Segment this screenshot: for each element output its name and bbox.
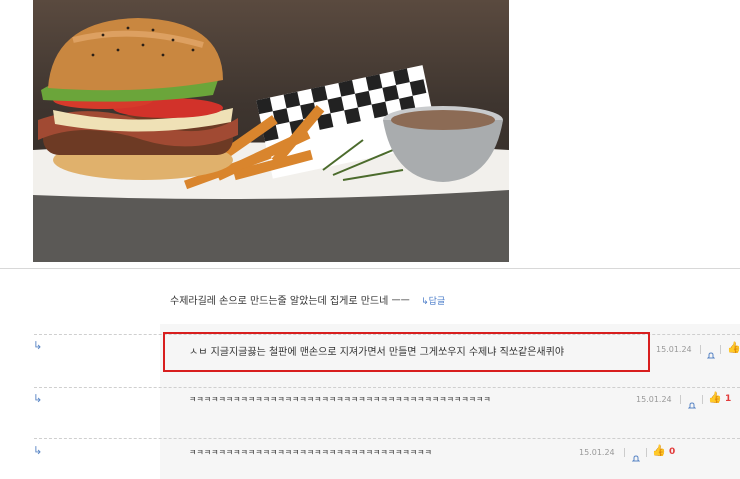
reply-background: [160, 384, 740, 436]
section-divider: [0, 268, 740, 269]
burger-photo: [33, 0, 509, 262]
comment-text: 수제라길레 손으로 만드는줄 알았는데 집게로 만드네 ㅡㅡ: [170, 296, 410, 307]
reply-link[interactable]: ↳답글: [421, 297, 445, 307]
like-count: 0: [669, 447, 676, 457]
meta-separator: [646, 448, 647, 457]
reply-text: ㅋㅋㅋㅋㅋㅋㅋㅋㅋㅋㅋㅋㅋㅋㅋㅋㅋㅋㅋㅋㅋㅋㅋㅋㅋㅋㅋㅋㅋㅋㅋㅋㅋㅋㅋㅋㅋㅋㅋㅋ…: [189, 395, 491, 404]
like-count: 1: [725, 394, 732, 404]
thumbs-up-icon[interactable]: 👍: [708, 391, 722, 404]
thumbs-up-icon[interactable]: 👍: [652, 444, 666, 457]
meta-separator: [680, 395, 681, 404]
meta-separator: [720, 345, 721, 354]
meta-separator: [702, 395, 703, 404]
bell-icon[interactable]: [687, 395, 697, 409]
highlight-box: [163, 332, 650, 372]
reply-text: ㅋㅋㅋㅋㅋㅋㅋㅋㅋㅋㅋㅋㅋㅋㅋㅋㅋㅋㅋㅋㅋㅋㅋㅋㅋㅋㅋㅋㅋㅋㅋㅋㅋ: [189, 448, 432, 457]
reply-row: ↳ ㅋㅋㅋㅋㅋㅋㅋㅋㅋㅋㅋㅋㅋㅋㅋㅋㅋㅋㅋㅋㅋㅋㅋㅋㅋㅋㅋㅋㅋㅋㅋㅋㅋ 15.0…: [0, 436, 740, 479]
reply-arrow-icon: ↳: [33, 392, 43, 405]
meta-separator: [700, 345, 701, 354]
reply-date: 15.01.24: [579, 448, 615, 457]
reply-divider: [34, 438, 740, 439]
reply-row: ↳ ㅋㅋㅋㅋㅋㅋㅋㅋㅋㅋㅋㅋㅋㅋㅋㅋㅋㅋㅋㅋㅋㅋㅋㅋㅋㅋㅋㅋㅋㅋㅋㅋㅋㅋㅋㅋㅋㅋ…: [0, 384, 740, 436]
comment: 수제라길레 손으로 만드는줄 알았는데 집게로 만드네 ㅡㅡ ↳답글: [170, 292, 445, 307]
bell-icon[interactable]: [706, 345, 716, 359]
reply-date: 15.01.24: [636, 395, 672, 404]
thumbs-up-icon[interactable]: 👍: [727, 341, 740, 354]
reply-arrow-icon: ↳: [33, 444, 43, 457]
reply-divider: [34, 387, 740, 388]
bell-icon[interactable]: [631, 448, 641, 462]
reply-arrow-icon: ↳: [33, 339, 43, 352]
reply-date: 15.01.24: [656, 345, 692, 354]
meta-separator: [624, 448, 625, 457]
